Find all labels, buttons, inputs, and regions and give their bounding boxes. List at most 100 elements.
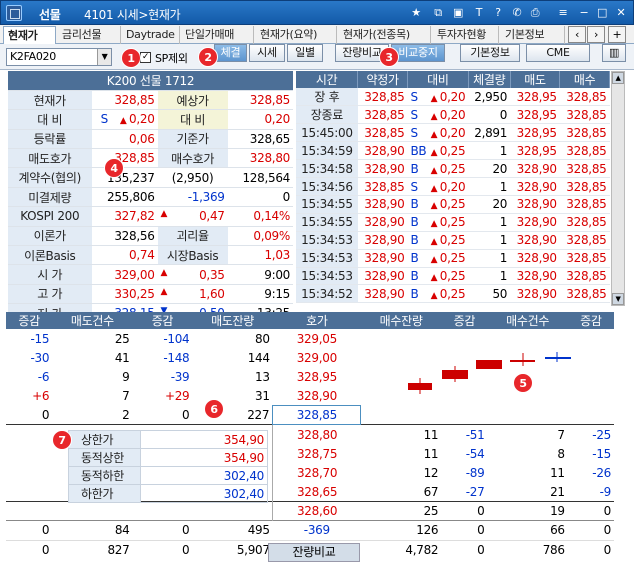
trade-ask: 328,95 [510,88,560,107]
trade-volume: 1 [468,177,511,196]
cme-button[interactable]: CME [526,44,590,62]
trade-row[interactable]: 15:34:59 328,90 BB ▲ 0,25 1 328,95 328,85 [296,141,610,161]
ask-count: 41 [114,350,130,365]
daily-button[interactable]: 일별 [287,44,323,62]
trade-side: S [410,107,418,122]
bid-row[interactable]: 328,60 25 0 19 0 [6,501,614,521]
trade-row[interactable]: 15:34:53 328,90 B ▲ 0,25 1 328,90 328,85 [296,249,610,268]
star-icon[interactable]: ★ [409,5,423,20]
tab-basic-info[interactable]: 기본정보 [501,26,565,44]
toolbar: K2FA020 ▼ ✓ SP제외 체결 시세 일별 잔량비교 비교중지 기본정보 … [0,44,634,70]
trade-row[interactable]: 15:34:53 328,90 B ▲ 0,25 1 328,90 328,85 [296,267,610,286]
ask-row[interactable]: -15 25 -104 80 329,05 [6,329,614,349]
bid-qty: 11 [423,427,439,442]
tab-current-price[interactable]: 현재가 [3,26,56,44]
trade-change: B ▲ 0,25 [407,213,469,232]
trade-row[interactable]: 장 후 328,85 S ▲ 0,20 2,950 328,95 328,85 [296,88,610,107]
tab-prev-icon[interactable]: ‹ [568,26,586,43]
scroll-down-icon[interactable]: ▼ [612,293,624,305]
trade-time: 15:45:00 [296,123,358,143]
tab-summary[interactable]: 현재가(요약) [256,26,337,44]
contract-title: K200 선물 1712 [8,71,293,91]
trade-side: B [410,268,419,283]
limit-row: 동적상한 354,90 [68,448,268,467]
trade-row[interactable]: 15:34:58 328,90 B ▲ 0,25 20 328,90 328,85 [296,159,610,179]
code-value: K2FA020 [10,50,56,63]
tab-next-icon[interactable]: › [587,26,605,43]
bid-qty: 12 [423,465,439,480]
label: 시장Basis [157,245,228,266]
trade-ask: 328,90 [510,177,560,196]
trade-row[interactable]: 15:34:55 328,90 B ▲ 0,25 20 328,90 328,85 [296,195,610,214]
bid-count: 19 [550,504,565,519]
total-value: 0 [41,542,50,557]
chart-icon[interactable]: ▥ [602,44,626,62]
total-value: 0 [477,542,485,557]
lock-icon[interactable]: ▣ [451,5,465,20]
quote-button[interactable]: 시세 [249,44,285,62]
tab-investors[interactable]: 투자자현황 [433,26,499,44]
bid-qty: 25 [423,504,439,519]
close-icon[interactable]: ✕ [614,5,628,20]
total-value: 5,907 [236,542,270,557]
vertical-scrollbar[interactable]: ▲ ▼ [611,71,625,306]
trade-volume: 0 [468,105,511,125]
tab-interest-futures[interactable]: 금리선물 [58,26,121,44]
bid-count-change: 0 [603,504,612,519]
trade-ask: 328,90 [510,213,560,232]
trade-row[interactable]: 장종료 328,85 S ▲ 0,20 0 328,95 328,85 [296,105,610,125]
bid-qty: 11 [423,446,439,461]
trade-change-value: 0,25 [439,286,466,301]
trade-row[interactable]: 15:34:53 328,90 B ▲ 0,25 1 328,90 328,85 [296,231,610,250]
trade-change: B ▲ 0,25 [407,249,469,268]
minimize-icon[interactable]: − [577,5,591,20]
help-icon[interactable]: ? [491,5,505,20]
trade-change: S ▲ 0,20 [407,105,469,125]
trade-row[interactable]: 15:34:52 328,90 B ▲ 0,25 50 328,90 328,85 [296,284,610,304]
sp-checkbox[interactable]: ✓ [140,52,151,63]
scroll-up-icon[interactable]: ▲ [612,72,624,84]
limit-value: 354,90 [140,430,268,449]
total-value: 495 [247,523,270,538]
limit-value: 302,40 [140,466,268,485]
trade-row[interactable]: 15:34:55 328,90 B ▲ 0,25 1 328,90 328,85 [296,213,610,232]
ask-price: 328,90 [296,388,338,403]
code-input[interactable]: K2FA020 ▼ [6,48,112,66]
col-header: 체결량 [468,71,511,88]
trade-bid: 328,85 [559,141,610,161]
phone-icon[interactable]: ✆ [510,5,524,20]
stop-compare-button[interactable]: 비교중지 [391,44,445,62]
compare-footer[interactable]: 잔량비교 [268,543,360,562]
limit-row: 동적하한 302,40 [68,466,268,485]
total-value: 0 [41,523,50,538]
value: 0,74 [91,245,158,266]
text-icon[interactable]: T [472,5,486,20]
basic-info-button[interactable]: 기본정보 [460,44,520,62]
trade-row[interactable]: 15:34:56 328,85 S ▲ 0,20 1 328,90 328,85 [296,177,610,196]
ask-row[interactable]: 0 2 0 227 328,85 [6,405,614,426]
tab-add-icon[interactable]: + [608,26,626,43]
empty-cell [441,406,487,425]
label: 고 가 [8,284,92,305]
tab-single-price[interactable]: 단일가매매 [181,26,254,44]
product-label: 선물 [39,8,61,22]
up-arrow-icon: ▲ [430,272,440,283]
trade-volume: 1 [468,249,511,268]
trade-row[interactable]: 15:45:00 328,85 S ▲ 0,20 2,891 328,95 328,85 [296,123,610,143]
up-arrow-icon: ▲ [430,219,440,230]
link-icon[interactable]: ⧉ [431,5,445,20]
label: 매수호가 [157,148,228,169]
tab-all-items[interactable]: 현재가(전종목) [339,26,431,44]
badge-5: 5 [513,373,533,393]
settings-icon[interactable]: ≡ [556,5,570,20]
maximize-icon[interactable]: □ [595,5,609,20]
tab-daytrade[interactable]: Daytrade [122,26,180,44]
print-icon[interactable]: ⎙ [528,5,542,20]
settled-button[interactable]: 체결 [214,44,247,62]
label: KOSPI 200 [8,206,92,227]
trade-bid: 328,85 [559,88,610,107]
empty-cell [487,329,567,348]
chevron-down-icon[interactable]: ▼ [97,49,111,65]
title-bar: 선물 4101 시세>현재가 ★ ⧉ ▣ T ? ✆ ⎙ ≡ − □ ✕ [0,0,634,25]
trade-side: B [410,161,419,176]
